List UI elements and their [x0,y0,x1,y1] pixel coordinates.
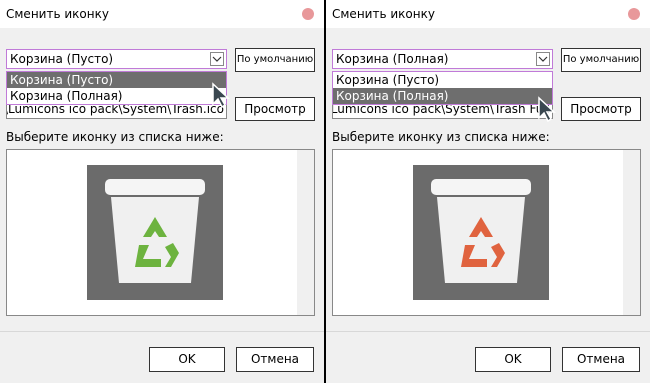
title-bar: Сменить иконку [326,0,650,28]
dropdown-option-empty[interactable]: Корзина (Пусто) [333,72,552,88]
icon-list[interactable] [6,149,315,316]
icon-type-select[interactable]: Корзина (Полная) [332,49,553,69]
dropdown-option-full[interactable]: Корзина (Полная) [7,88,226,104]
trash-empty-icon [105,179,205,283]
mouse-cursor-icon [538,96,556,122]
icon-type-dropdown-list: Корзина (Пусто) Корзина (Полная) [332,71,553,105]
scrollbar[interactable] [623,150,640,315]
dialog-title: Сменить иконку [332,7,435,21]
icon-list-label: Выберите иконку из списка ниже: [6,130,224,144]
scrollbar[interactable] [297,150,314,315]
icon-type-select-value: Корзина (Полная) [336,52,449,66]
icon-tile-selected[interactable] [413,165,549,300]
cancel-button[interactable]: Отмена [562,347,640,372]
ok-button[interactable]: OK [149,347,225,372]
chevron-down-icon[interactable] [536,52,550,66]
change-icon-dialog-full: Сменить иконку Корзина (Полная) По умолч… [326,0,650,383]
browse-button[interactable]: Просмотр [561,97,641,121]
dialog-title: Сменить иконку [6,7,109,21]
icon-type-dropdown-list: Корзина (Пусто) Корзина (Полная) [6,71,227,105]
browse-button[interactable]: Просмотр [235,97,315,121]
dropdown-option-empty[interactable]: Корзина (Пусто) [7,72,226,88]
icon-type-select[interactable]: Корзина (Пусто) [6,49,227,69]
chevron-down-icon[interactable] [210,52,224,66]
icon-tile-selected[interactable] [87,165,223,300]
mouse-cursor-icon [212,82,230,108]
divider [326,331,650,332]
divider [0,331,324,332]
title-bar: Сменить иконку [0,0,324,28]
change-icon-dialog-empty: Сменить иконку Корзина (Пусто) По умолча… [0,0,324,383]
trash-full-icon [431,179,531,283]
ok-button[interactable]: OK [475,347,551,372]
default-button[interactable]: По умолчанию [235,48,315,72]
default-button[interactable]: По умолчанию [561,48,641,72]
close-icon[interactable] [302,8,314,20]
icon-type-select-value: Корзина (Пусто) [10,52,114,66]
dropdown-option-full[interactable]: Корзина (Полная) [333,88,552,104]
icon-list[interactable] [332,149,641,316]
icon-list-label: Выберите иконку из списка ниже: [332,130,550,144]
close-icon[interactable] [628,8,640,20]
cancel-button[interactable]: Отмена [236,347,314,372]
